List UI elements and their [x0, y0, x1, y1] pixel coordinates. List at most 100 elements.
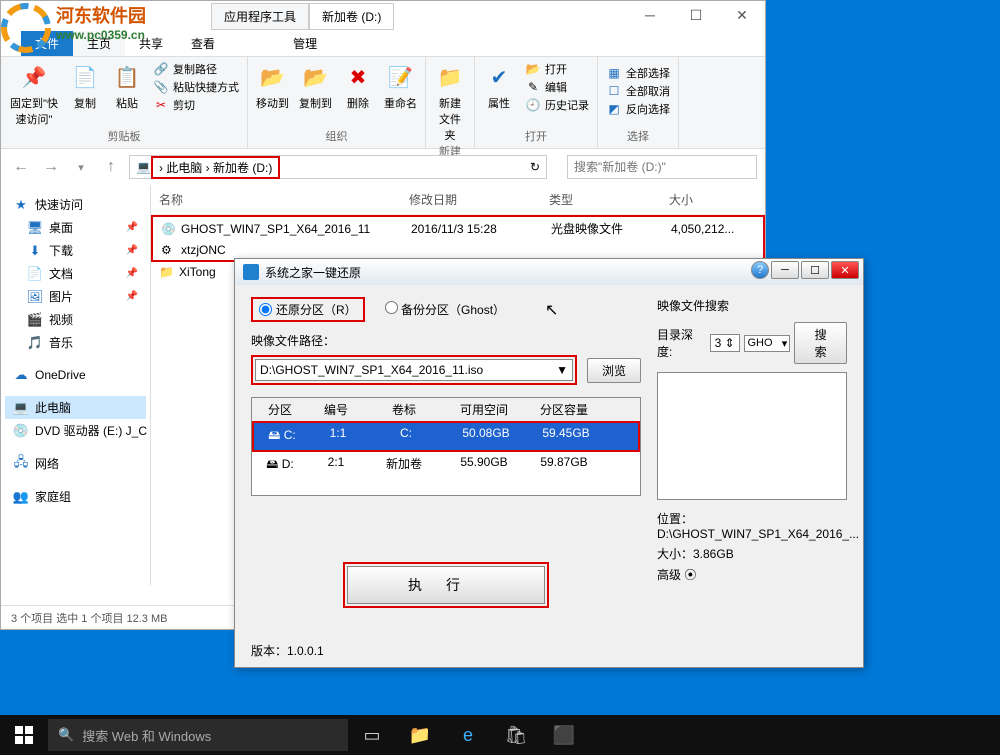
partition-row[interactable]: 🖴 C: 1:1 C: 50.08GB 59.45GB	[254, 423, 638, 450]
sidebar-this-pc[interactable]: 💻此电脑	[5, 396, 146, 419]
col-part: 分区	[252, 398, 308, 421]
sidebar-network[interactable]: 🖧网络	[5, 452, 146, 475]
ext-combo[interactable]: GHO▾	[744, 335, 790, 352]
restore-radio[interactable]: 还原分区（R）	[251, 297, 365, 322]
start-button[interactable]	[0, 715, 48, 755]
context-tab-apptools[interactable]: 应用程序工具	[211, 3, 309, 30]
edit-icon: ✎	[525, 79, 541, 95]
minimize-button[interactable]: ─	[627, 1, 673, 29]
file-row[interactable]: ⚙xtzjONC	[153, 240, 763, 260]
ribbon-tab-view[interactable]: 查看	[177, 31, 229, 56]
select-none-button[interactable]: ☐全部取消	[606, 83, 670, 99]
sidebar: ★快速访问 🖥桌面📌 ⬇下载📌 📄文档📌 🖼图片📌 🎬视频 🎵音乐 ☁OneDr…	[1, 185, 151, 585]
pc-icon: 💻	[13, 400, 29, 416]
browse-button[interactable]: 浏览	[587, 358, 641, 383]
breadcrumb-bar: ← → ▾ ↑ 💻 › 此电脑 › 新加卷 (D:) ↻	[1, 149, 765, 185]
properties-button[interactable]: ✔属性	[483, 61, 515, 111]
onedrive-icon: ☁	[13, 367, 29, 383]
rename-icon: 📝	[385, 61, 417, 93]
copy-path-button[interactable]: 🔗复制路径	[153, 61, 239, 77]
copy-icon: 📄	[69, 61, 101, 93]
col-free: 可用空间	[444, 398, 524, 421]
delete-button[interactable]: ✖删除	[342, 61, 374, 111]
windows-icon	[15, 726, 33, 744]
paste-button[interactable]: 📋 粘贴	[111, 61, 143, 111]
edit-button[interactable]: ✎编辑	[525, 79, 589, 95]
col-type[interactable]: 类型	[541, 191, 661, 208]
search-input[interactable]	[567, 155, 757, 179]
backup-radio[interactable]: 备份分区（Ghost）	[385, 301, 505, 318]
sidebar-pictures[interactable]: 🖼图片📌	[5, 285, 146, 308]
col-size[interactable]: 大小	[661, 191, 761, 208]
nav-up-button[interactable]: ↑	[99, 155, 123, 179]
select-all-button[interactable]: ▦全部选择	[606, 65, 670, 81]
minimize-button[interactable]: ─	[771, 261, 799, 279]
cut-button[interactable]: ✂剪切	[153, 97, 239, 113]
pc-icon: 💻	[136, 160, 151, 174]
search-results[interactable]	[657, 372, 847, 500]
help-button[interactable]: ?	[751, 261, 769, 279]
sidebar-videos[interactable]: 🎬视频	[5, 308, 146, 331]
maximize-button[interactable]: ☐	[673, 1, 719, 29]
new-folder-button[interactable]: 📁新建文件夹	[434, 61, 466, 143]
partition-row[interactable]: 🖴 D: 2:1 新加卷 55.90GB 59.87GB	[252, 452, 640, 479]
organize-group-label: 组织	[326, 128, 348, 144]
folder-icon: 📁	[159, 265, 175, 279]
dialog-titlebar[interactable]: 系统之家一键还原 ? ─ ☐ ✕	[235, 259, 863, 285]
nav-forward-button[interactable]: →	[39, 155, 63, 179]
copy-to-button[interactable]: 📂复制到	[299, 61, 332, 111]
move-to-button[interactable]: 📂移动到	[256, 61, 289, 111]
search-button[interactable]: 搜索	[794, 322, 847, 364]
history-button[interactable]: 🕘历史记录	[525, 97, 589, 113]
sidebar-documents[interactable]: 📄文档📌	[5, 262, 146, 285]
sidebar-homegroup[interactable]: 👥家庭组	[5, 485, 146, 508]
iso-icon: 💿	[161, 222, 177, 236]
ribbon-tab-manage[interactable]: 管理	[279, 31, 331, 56]
path-combo[interactable]: D:\GHOST_WIN7_SP1_X64_2016_11.iso▼	[251, 355, 577, 385]
close-button[interactable]: ✕	[831, 261, 859, 279]
paste-shortcut-button[interactable]: 📎粘贴快捷方式	[153, 79, 239, 95]
taskbar-store[interactable]: 🛍	[492, 715, 540, 755]
sidebar-quick-access[interactable]: ★快速访问	[5, 193, 146, 216]
nav-recent-button[interactable]: ▾	[69, 155, 93, 179]
file-row[interactable]: 💿GHOST_WIN7_SP1_X64_2016_11 2016/11/3 15…	[153, 217, 763, 240]
taskbar-explorer[interactable]: 📁	[396, 715, 444, 755]
select-invert-button[interactable]: ◩反向选择	[606, 101, 670, 117]
col-num: 编号	[308, 398, 364, 421]
chevron-down-icon[interactable]: ▼	[556, 363, 568, 377]
pin-quickaccess-button[interactable]: 📌 固定到"快速访问"	[9, 61, 59, 127]
taskbar-search[interactable]: 🔍 搜索 Web 和 Windows	[48, 719, 348, 751]
file-header: 名称 修改日期 类型 大小	[151, 185, 765, 215]
advanced-link[interactable]: 高级 ⦿	[657, 566, 847, 583]
depth-spinner[interactable]: 3 ⇕	[710, 334, 741, 352]
close-button[interactable]: ✕	[719, 1, 765, 29]
col-name[interactable]: 名称	[151, 191, 401, 208]
path-label: 映像文件路径：	[251, 332, 641, 349]
context-tab-volume[interactable]: 新加卷 (D:)	[309, 3, 394, 30]
col-date[interactable]: 修改日期	[401, 191, 541, 208]
shortcut-icon: 📎	[153, 79, 169, 95]
nav-back-button[interactable]: ←	[9, 155, 33, 179]
sidebar-downloads[interactable]: ⬇下载📌	[5, 239, 146, 262]
newfolder-icon: 📁	[434, 61, 466, 93]
sidebar-onedrive[interactable]: ☁OneDrive	[5, 364, 146, 386]
refresh-icon[interactable]: ↻	[530, 160, 540, 174]
dvd-icon: 💿	[13, 423, 29, 439]
sidebar-music[interactable]: 🎵音乐	[5, 331, 146, 354]
network-icon: 🖧	[13, 456, 29, 472]
rename-button[interactable]: 📝重命名	[384, 61, 417, 111]
sidebar-dvd[interactable]: 💿DVD 驱动器 (E:) J_C	[5, 419, 146, 442]
execute-button[interactable]: 执行	[343, 562, 549, 608]
copy-button[interactable]: 📄 复制	[69, 61, 101, 111]
select-group-label: 选择	[627, 128, 649, 144]
pin-icon: 📌	[126, 245, 138, 256]
taskbar-edge[interactable]: e	[444, 715, 492, 755]
sidebar-desktop[interactable]: 🖥桌面📌	[5, 216, 146, 239]
location-info: 位置：D:\GHOST_WIN7_SP1_X64_2016_...	[657, 510, 847, 541]
breadcrumb[interactable]: 💻 › 此电脑 › 新加卷 (D:) ↻	[129, 155, 547, 179]
maximize-button[interactable]: ☐	[801, 261, 829, 279]
taskbar-app[interactable]: ⬛	[540, 715, 588, 755]
task-view-button[interactable]: ▭	[348, 715, 396, 755]
homegroup-icon: 👥	[13, 489, 29, 505]
open-button[interactable]: 📂打开	[525, 61, 589, 77]
